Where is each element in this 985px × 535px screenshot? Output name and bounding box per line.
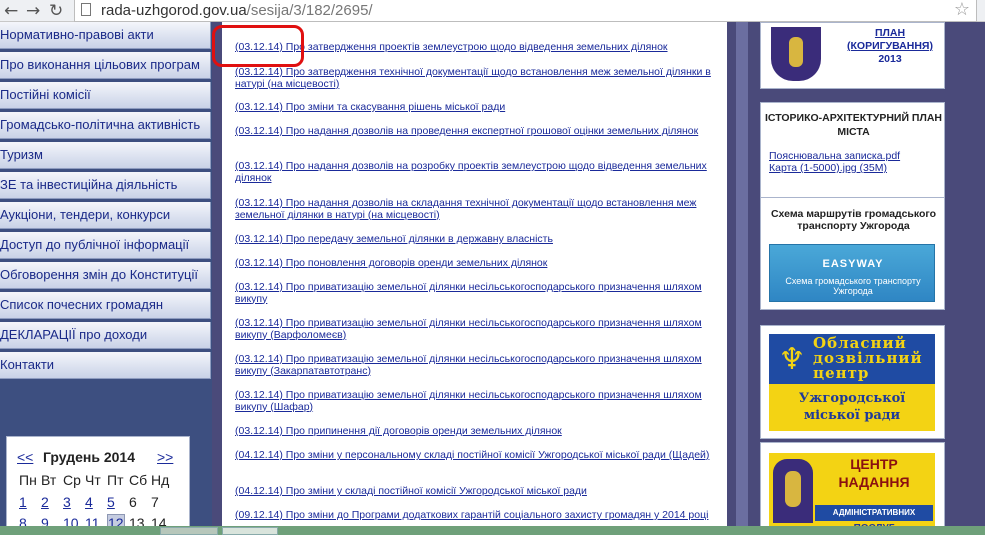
- calendar-prev-link[interactable]: <<: [17, 449, 33, 465]
- browser-toolbar: ← → ↻ rada-uzhgorod.gov.ua/sesija/3/182/…: [0, 0, 985, 22]
- calendar-day[interactable]: 5: [107, 494, 129, 510]
- weekday-label: Чт: [85, 472, 101, 488]
- url-host: rada-uzhgorod.gov.ua: [101, 2, 247, 19]
- calendar-day-link[interactable]: 2: [41, 494, 49, 510]
- document-link[interactable]: (09.12.14) Про зміни до Програми додатко…: [235, 509, 715, 522]
- document-list: (03.12.14) Про затвердження проектів зем…: [222, 22, 727, 535]
- arrow-left-icon[interactable]: ←: [4, 1, 18, 21]
- document-link[interactable]: (03.12.14) Про затвердження технічної до…: [235, 66, 715, 90]
- calendar-week-1: 1234567: [19, 494, 173, 510]
- reload-icon[interactable]: ↻: [49, 1, 63, 21]
- taskbar-app-1[interactable]: [160, 527, 218, 535]
- weekday-label: Нд: [151, 472, 170, 488]
- right-sidebar: ПЛАН (КОРИГУВАННЯ) 2013 ІСТОРИКО-АРХІТЕК…: [748, 22, 985, 535]
- menu-item[interactable]: Доступ до публічної інформації: [0, 232, 211, 259]
- menu-item[interactable]: ЗЕ та інвестиційна діяльність: [0, 172, 211, 199]
- calendar-day[interactable]: 4: [85, 494, 107, 510]
- taskbar-app-2[interactable]: [222, 527, 278, 535]
- weekday-label: Сб: [129, 472, 148, 488]
- calendar-day: 6: [129, 494, 137, 510]
- menu-item[interactable]: Обговорення змін до Конституції: [0, 262, 211, 289]
- permit-title: Обласний дозвільний центр: [813, 334, 923, 382]
- address-bar[interactable]: rada-uzhgorod.gov.ua/sesija/3/182/2695/ …: [74, 0, 977, 22]
- city-crest-icon: [771, 27, 821, 81]
- document-link[interactable]: (03.12.14) Про припинення дії договорів …: [235, 425, 715, 438]
- page-icon: [81, 3, 91, 16]
- calendar: << Грудень 2014 >> Пн Вт Ср Чт Пт Сб Нд 123456…: [6, 436, 190, 535]
- document-link[interactable]: (03.12.14) Про приватизацію земельної ді…: [235, 353, 715, 377]
- menu-item[interactable]: Постійні комісії: [0, 82, 211, 109]
- calendar-day-link[interactable]: 5: [107, 494, 115, 510]
- calendar-day-link[interactable]: 3: [63, 494, 71, 510]
- menu-item[interactable]: ДЕКЛАРАЦІЇ про доходи: [0, 322, 211, 349]
- map-link[interactable]: Карта (1-5000).jpg (35М): [769, 162, 887, 174]
- transport-title: Схема маршрутів громадського транспорту …: [770, 208, 937, 232]
- document-link[interactable]: (03.12.14) Про поновлення договорів орен…: [235, 257, 715, 270]
- menu-item[interactable]: Нормативно-правові акти: [0, 22, 211, 49]
- admin-services-banner[interactable]: ЦЕНТР НАДАННЯ АДМІНІСТРАТИВНИХ ПОСЛУГ: [769, 453, 935, 535]
- document-link[interactable]: (03.12.14) Про зміни та скасування рішен…: [235, 101, 715, 114]
- calendar-day-link[interactable]: 4: [85, 494, 93, 510]
- calendar-day[interactable]: 3: [63, 494, 85, 510]
- permit-center-box[interactable]: ♆ Обласний дозвільний центр Ужгородської…: [760, 325, 945, 439]
- menu-item[interactable]: Список почесних громадян: [0, 292, 211, 319]
- explanatory-note-link[interactable]: Пояснювальна записка.pdf: [769, 150, 900, 162]
- emblem-icon: [773, 459, 813, 523]
- document-link[interactable]: (03.12.14) Про надання дозволів на розро…: [235, 160, 715, 184]
- admin-services-box[interactable]: ЦЕНТР НАДАННЯ АДМІНІСТРАТИВНИХ ПОСЛУГ: [760, 442, 945, 535]
- document-link[interactable]: (04.12.14) Про зміни у складі постійної …: [235, 485, 715, 498]
- document-link[interactable]: (03.12.14) Про надання дозволів на прове…: [235, 125, 715, 138]
- document-link[interactable]: (03.12.14) Про надання дозволів на склад…: [235, 197, 715, 221]
- document-link[interactable]: (03.12.14) Про приватизацію земельної ді…: [235, 281, 715, 305]
- transport-box: Схема маршрутів громадського транспорту …: [760, 197, 945, 310]
- menu-item[interactable]: Аукціони, тендери, конкурси: [0, 202, 211, 229]
- document-link[interactable]: (03.12.14) Про передачу земельної ділянк…: [235, 233, 715, 246]
- left-sidebar: Нормативно-правові акти Про виконання ціл…: [0, 22, 212, 535]
- menu-item[interactable]: Про виконання цільових програм: [0, 52, 211, 79]
- taskbar: [0, 526, 985, 535]
- weekday-label: Пн: [19, 472, 37, 488]
- admin-title: ЦЕНТР НАДАННЯ: [838, 456, 910, 490]
- weekday-label: Вт: [41, 472, 57, 488]
- weekday-label: Пт: [107, 472, 124, 488]
- arrow-right-icon[interactable]: →: [26, 1, 40, 21]
- plan-text[interactable]: ПЛАН (КОРИГУВАННЯ) 2013: [837, 27, 943, 66]
- menu-item[interactable]: Громадсько-політична активність: [0, 112, 211, 139]
- document-link[interactable]: (03.12.14) Про затвердження проектів зем…: [235, 41, 715, 54]
- menu-item[interactable]: Туризм: [0, 142, 211, 169]
- document-link[interactable]: (04.12.14) Про зміни у персональному скл…: [235, 449, 715, 462]
- permit-center-banner[interactable]: ♆ Обласний дозвільний центр Ужгородської…: [769, 334, 935, 431]
- calendar-next-link[interactable]: >>: [157, 449, 173, 465]
- plan-banner[interactable]: ПЛАН (КОРИГУВАННЯ) 2013: [760, 22, 945, 89]
- easyway-caption: Схема громадського транспорту Ужгорода: [785, 276, 921, 296]
- calendar-month: Грудень 2014: [43, 449, 135, 465]
- calendar-day[interactable]: 1: [19, 494, 41, 510]
- calendar-day[interactable]: 2: [41, 494, 63, 510]
- easyway-banner[interactable]: EASYWAY Схема громадського транспорту Уж…: [769, 244, 935, 302]
- document-link[interactable]: (03.12.14) Про приватизацію земельної ді…: [235, 317, 715, 341]
- weekday-label: Ср: [63, 472, 81, 488]
- admin-band: АДМІНІСТРАТИВНИХ: [815, 505, 933, 521]
- plan-line-2: (КОРИГУВАННЯ): [847, 40, 933, 52]
- calendar-weekdays: Пн Вт Ср Чт Пт Сб Нд: [19, 472, 173, 488]
- right-divider: [736, 22, 748, 535]
- calendar-day: 7: [151, 494, 159, 510]
- star-icon[interactable]: ☆: [954, 0, 970, 20]
- menu-item[interactable]: Контакти: [0, 352, 211, 379]
- historic-plan-title: ІСТОРИКО-АРХІТЕКТУРНИЙ ПЛАН МІСТА: [765, 112, 942, 138]
- url-path: /sesija/3/182/2695/: [246, 2, 373, 19]
- trident-icon: ♆: [778, 342, 806, 377]
- document-link[interactable]: (03.12.14) Про приватизацію земельної ді…: [235, 389, 715, 413]
- plan-line-1: ПЛАН: [874, 27, 906, 39]
- easyway-logo: EASYWAY: [822, 258, 884, 270]
- historic-plan-box: ІСТОРИКО-АРХІТЕКТУРНИЙ ПЛАН МІСТА Поясню…: [760, 102, 945, 202]
- calendar-day-link[interactable]: 1: [19, 494, 27, 510]
- permit-subtitle: Ужгородської міської ради: [798, 391, 906, 423]
- url-text: rada-uzhgorod.gov.ua/sesija/3/182/2695/: [101, 1, 373, 20]
- red-highlight-annotation: [212, 25, 304, 67]
- plan-line-3: 2013: [878, 53, 902, 65]
